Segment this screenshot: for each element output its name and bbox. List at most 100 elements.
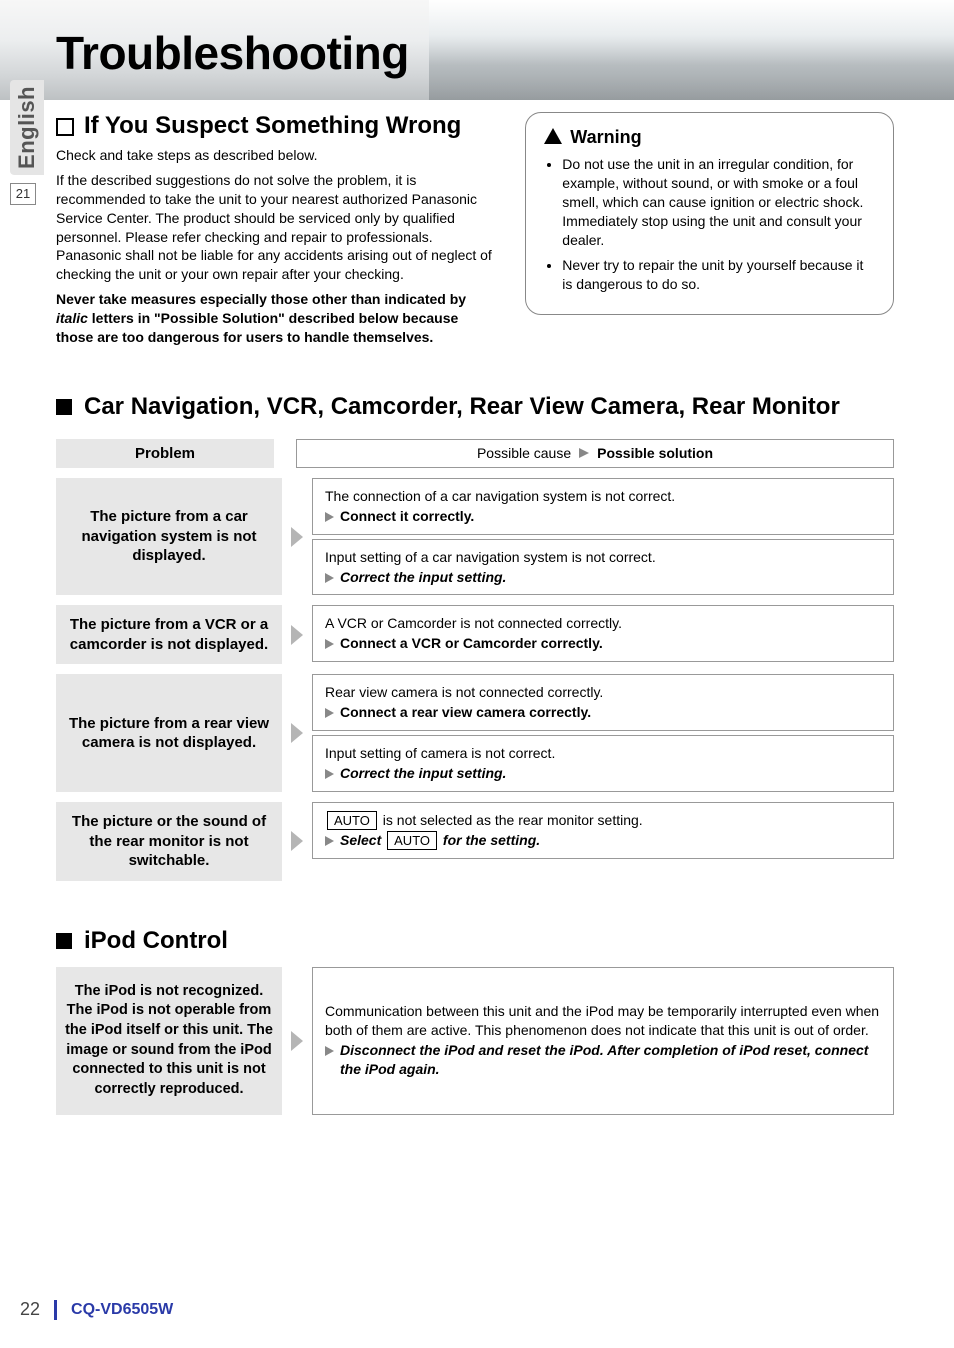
problem-cell: The iPod is not recognized. The iPod is …	[56, 967, 282, 1115]
suspect-bold-note: Never take measures especially those oth…	[56, 290, 497, 347]
intro-right-column: Warning Do not use the unit in an irregu…	[525, 98, 894, 315]
chevron-right-icon	[291, 625, 303, 645]
table-row: The picture from a VCR or a camcorder is…	[56, 605, 894, 664]
footer-divider	[54, 1300, 57, 1320]
chevron-cell	[290, 802, 304, 881]
intro-left-column: If You Suspect Something Wrong Check and…	[56, 98, 497, 353]
solution-cell: AUTO is not selected as the rear monitor…	[312, 802, 894, 859]
arrow-right-icon	[325, 1046, 334, 1056]
suspect-heading: If You Suspect Something Wrong	[84, 112, 461, 140]
warning-item: Do not use the unit in an irregular cond…	[562, 155, 875, 249]
chevron-cell	[290, 967, 304, 1115]
solution-text: Connect a VCR or Camcorder correctly.	[340, 634, 603, 653]
cause-text: A VCR or Camcorder is not connected corr…	[325, 614, 881, 633]
cause-text: Input setting of camera is not correct.	[325, 744, 881, 763]
problem-cell: The picture from a car navigation system…	[56, 478, 282, 596]
table-row: The picture from a rear view camera is n…	[56, 674, 894, 792]
cause-text: Rear view camera is not connected correc…	[325, 683, 881, 702]
warning-item: Never try to repair the unit by yourself…	[562, 256, 875, 294]
solution-text: Correct the input setting.	[340, 764, 506, 783]
solution-post: for the setting.	[439, 832, 540, 848]
solution-cell: Communication between this unit and the …	[312, 967, 894, 1115]
chevron-right-icon	[291, 723, 303, 743]
solution-line: Connect a rear view camera correctly.	[325, 703, 881, 722]
square-outline-icon	[56, 118, 74, 136]
possible-cause-label: Possible cause	[477, 445, 571, 461]
suspect-paragraph: If the described suggestions do not solv…	[56, 171, 497, 284]
solution-text: Correct the input setting.	[340, 568, 506, 587]
chevron-cell	[290, 478, 304, 596]
ipod-subheading-row: iPod Control	[56, 927, 894, 955]
solution-cell: Rear view camera is not connected correc…	[312, 674, 894, 731]
arrow-right-icon	[325, 639, 334, 649]
solution-text-wrap: Select AUTO for the setting.	[340, 831, 540, 850]
solution-line: Connect a VCR or Camcorder correctly.	[325, 634, 881, 653]
solution-stack: The connection of a car navigation syste…	[312, 478, 894, 596]
solution-line: Select AUTO for the setting.	[325, 831, 881, 850]
warning-heading-row: Warning	[544, 125, 875, 149]
auto-chip: AUTO	[387, 831, 437, 850]
solution-line: Disconnect the iPod and reset the iPod. …	[325, 1041, 881, 1079]
warning-heading: Warning	[570, 125, 641, 149]
problem-cell: The picture from a VCR or a camcorder is…	[56, 605, 282, 664]
table-row: The picture or the sound of the rear mon…	[56, 802, 894, 881]
cause-text: Communication between this unit and the …	[325, 1002, 881, 1040]
nav-subheading-row: Car Navigation, VCR, Camcorder, Rear Vie…	[56, 393, 894, 421]
warning-list: Do not use the unit in an irregular cond…	[544, 155, 875, 293]
solution-stack: AUTO is not selected as the rear monitor…	[312, 802, 894, 881]
table-row: The picture from a car navigation system…	[56, 478, 894, 596]
solution-text: Disconnect the iPod and reset the iPod. …	[340, 1041, 881, 1079]
side-tab: English 21	[10, 80, 44, 205]
solution-line: Correct the input setting.	[325, 764, 881, 783]
suspect-bold-prefix: Never take measures especially those oth…	[56, 291, 466, 307]
arrow-right-icon	[325, 769, 334, 779]
page-number: 22	[20, 1299, 40, 1320]
warning-triangle-icon	[544, 128, 562, 144]
cause-text: Input setting of a car navigation system…	[325, 548, 881, 567]
language-tab: English	[10, 80, 44, 175]
page: English 21 Troubleshooting If You Suspec…	[0, 0, 954, 1348]
problem-column-header: Problem	[56, 439, 274, 468]
section-number-box: 21	[10, 183, 36, 205]
nav-subheading: Car Navigation, VCR, Camcorder, Rear Vie…	[84, 393, 840, 421]
cause-text: The connection of a car navigation syste…	[325, 487, 881, 506]
solution-stack: Communication between this unit and the …	[312, 967, 894, 1115]
suspect-heading-row: If You Suspect Something Wrong	[56, 112, 497, 140]
solution-stack: A VCR or Camcorder is not connected corr…	[312, 605, 894, 664]
warning-box: Warning Do not use the unit in an irregu…	[525, 112, 894, 315]
chevron-cell	[290, 605, 304, 664]
solution-stack: Rear view camera is not connected correc…	[312, 674, 894, 792]
model-number: CQ-VD6505W	[71, 1301, 173, 1319]
solution-line: Connect it correctly.	[325, 507, 881, 526]
possible-solution-label: Possible solution	[597, 445, 713, 461]
ipod-subheading: iPod Control	[84, 927, 228, 955]
table-row: The iPod is not recognized. The iPod is …	[56, 967, 894, 1115]
square-solid-icon	[56, 933, 72, 949]
suspect-bold-suffix: letters in "Possible Solution" described…	[56, 310, 458, 345]
intro-two-columns: If You Suspect Something Wrong Check and…	[56, 98, 894, 353]
arrow-right-icon	[325, 512, 334, 522]
table-header-row: Problem Possible cause Possible solution	[56, 439, 894, 468]
suspect-line1: Check and take steps as described below.	[56, 146, 497, 165]
solution-cell: Input setting of a car navigation system…	[312, 539, 894, 596]
cause-text: is not selected as the rear monitor sett…	[379, 812, 643, 828]
chevron-right-icon	[291, 1031, 303, 1051]
arrow-right-icon	[325, 573, 334, 583]
solution-cell: A VCR or Camcorder is not connected corr…	[312, 605, 894, 662]
solution-text: Connect it correctly.	[340, 507, 474, 526]
auto-chip: AUTO	[327, 811, 377, 830]
suspect-bold-italic: italic	[56, 310, 88, 326]
page-footer: 22 CQ-VD6505W	[20, 1299, 173, 1320]
solution-pre: Select	[340, 832, 385, 848]
solution-text: Connect a rear view camera correctly.	[340, 703, 591, 722]
solution-line: Correct the input setting.	[325, 568, 881, 587]
arrow-right-icon	[325, 836, 334, 846]
page-title: Troubleshooting	[56, 26, 894, 80]
solution-cell: Input setting of camera is not correct. …	[312, 735, 894, 792]
problem-cell: The picture or the sound of the rear mon…	[56, 802, 282, 881]
square-solid-icon	[56, 399, 72, 415]
chevron-right-icon	[291, 831, 303, 851]
arrow-right-icon	[325, 708, 334, 718]
chevron-right-icon	[291, 527, 303, 547]
chevron-cell	[290, 674, 304, 792]
